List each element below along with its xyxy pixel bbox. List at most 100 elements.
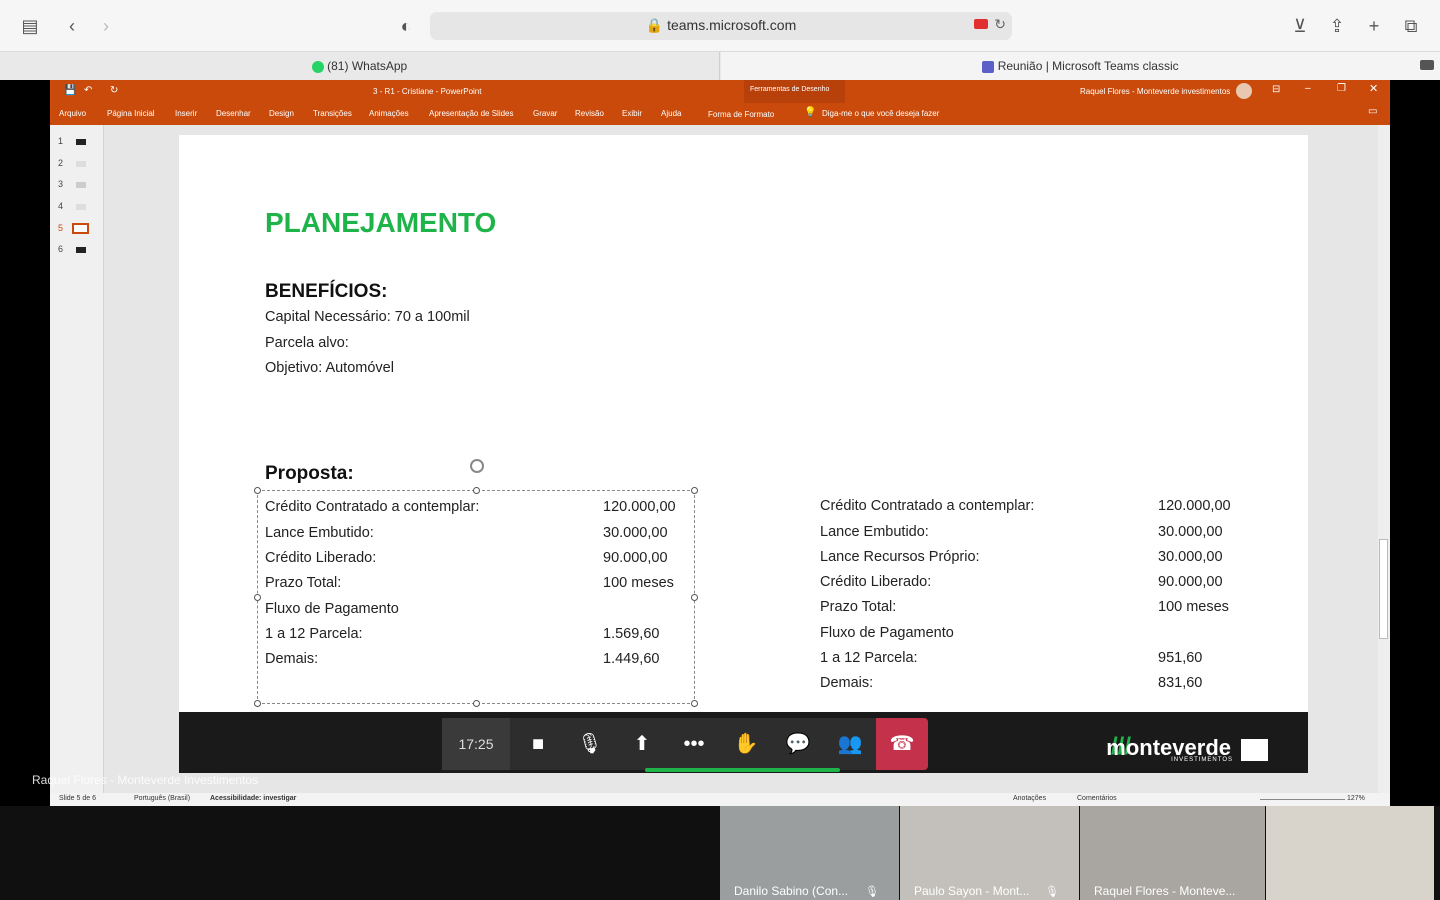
left-value: 1.449,60 xyxy=(603,651,660,667)
slide-canvas[interactable]: PLANEJAMENTO BENEFÍCIOS: Capital Necessá… xyxy=(179,135,1308,773)
resize-handle[interactable] xyxy=(254,700,261,707)
call-controls: 17:25 ■ 🎙 ⬆ ••• ✋ 💬 👥 ☎ xyxy=(442,718,928,770)
participant-video[interactable]: Paulo Sayon - Mont... 🎙 xyxy=(900,806,1079,900)
participant-video[interactable]: Raquel Flores - Monteve... xyxy=(1080,806,1265,900)
undo-icon[interactable]: ↶ xyxy=(84,85,92,96)
ribbon-options-icon[interactable]: ⊟ xyxy=(1272,84,1280,95)
slide-thumbnail-5[interactable] xyxy=(72,223,89,234)
notes-button[interactable]: Anotações xyxy=(1013,795,1046,802)
resize-handle[interactable] xyxy=(254,594,261,601)
mute-button[interactable]: 🎙 xyxy=(564,718,616,770)
people-icon: 👥 xyxy=(837,733,863,755)
right-value: 831,60 xyxy=(1158,675,1203,691)
tab-exibir[interactable]: Exibir xyxy=(622,109,642,118)
chat-button[interactable]: 💬 xyxy=(772,718,824,770)
participant-video[interactable]: Danilo Sabino (Con... 🎙 xyxy=(720,806,899,900)
tab-overview-icon[interactable]: ⧉ xyxy=(1399,14,1423,38)
right-value: 30.000,00 xyxy=(1158,549,1223,565)
camera-button[interactable]: ■ xyxy=(512,718,564,770)
tab-whatsapp[interactable]: (81) WhatsApp xyxy=(0,52,720,80)
slide-thumbnail-2[interactable] xyxy=(76,161,86,167)
tab-desenhar[interactable]: Desenhar xyxy=(216,109,251,118)
right-label: Fluxo de Pagamento xyxy=(820,625,954,641)
tab-arquivo[interactable]: Arquivo xyxy=(59,109,86,118)
left-value: 100 meses xyxy=(603,575,674,591)
left-label: 1 a 12 Parcela: xyxy=(265,626,363,642)
tab-apresentacao[interactable]: Apresentação de Slides xyxy=(429,109,514,118)
ppt-title-bar: 💾 ↶ ↻ 3 - R1 - Cristiane - PowerPoint Fe… xyxy=(50,80,1390,125)
mic-off-icon: 🎙 xyxy=(865,886,879,898)
resize-handle[interactable] xyxy=(254,487,261,494)
share-screen-button[interactable]: ⬆ xyxy=(616,718,668,770)
sidebar-icon[interactable]: ▤ xyxy=(18,14,42,38)
participant-video[interactable] xyxy=(1266,806,1434,900)
accessibility-status[interactable]: Acessibilidade: investigar xyxy=(210,795,296,802)
tab-design[interactable]: Design xyxy=(269,109,294,118)
call-timer: 17:25 xyxy=(442,718,510,770)
close-icon[interactable]: ✕ xyxy=(1369,82,1378,95)
tab-gravar[interactable]: Gravar xyxy=(533,109,557,118)
minimize-icon[interactable]: – xyxy=(1305,83,1311,94)
reload-icon[interactable]: ↻ xyxy=(994,16,1006,33)
hang-up-button[interactable]: ☎ xyxy=(876,718,928,770)
ppt-workspace: 1 2 3 4 5 6 PLANEJAMENTO BENEFÍCIOS: Cap… xyxy=(50,125,1390,793)
slide-title: PLANEJAMENTO xyxy=(265,207,497,238)
forward-icon[interactable]: › xyxy=(94,14,118,38)
download-icon[interactable]: ⊻ xyxy=(1288,14,1312,38)
shield-icon[interactable]: ◐ xyxy=(394,14,418,38)
benefit-line: Objetivo: Automóvel xyxy=(265,360,394,376)
rotate-handle-icon[interactable] xyxy=(470,459,484,473)
resize-handle[interactable] xyxy=(691,700,698,707)
slide-thumbnail-3[interactable] xyxy=(76,182,86,188)
thumb-number: 2 xyxy=(58,158,64,168)
comment-icon[interactable]: ▭ xyxy=(1368,106,1377,117)
participants-button[interactable]: 👥 xyxy=(824,718,876,770)
camera-icon xyxy=(1420,60,1434,70)
share-icon[interactable]: ⇪ xyxy=(1325,14,1349,38)
raise-hand-button[interactable]: ✋ xyxy=(720,718,772,770)
selected-textbox[interactable] xyxy=(254,487,698,707)
slide-thumbnail-1[interactable] xyxy=(76,139,86,145)
zoom-slider[interactable] xyxy=(1260,799,1345,800)
logo-subtitle: INVESTIMENTOS xyxy=(1171,757,1233,763)
tab-forma-de-formato[interactable]: Forma de Formato xyxy=(708,110,774,119)
tab-transicoes[interactable]: Transições xyxy=(313,109,352,118)
slide-thumbnail-6[interactable] xyxy=(76,247,86,253)
resize-handle[interactable] xyxy=(473,487,480,494)
left-value: 120.000,00 xyxy=(603,499,676,515)
participant-name: Danilo Sabino (Con... xyxy=(734,884,849,898)
tab-teams[interactable]: Reunião | Microsoft Teams classic xyxy=(721,52,1440,80)
redo-icon[interactable]: ↻ xyxy=(110,85,118,96)
left-label: Prazo Total: xyxy=(265,575,342,591)
tab-animacoes[interactable]: Animações xyxy=(369,109,409,118)
tab-inserir[interactable]: Inserir xyxy=(175,109,197,118)
resize-handle[interactable] xyxy=(691,594,698,601)
scrollbar-thumb[interactable] xyxy=(1379,539,1388,639)
right-value: 30.000,00 xyxy=(1158,524,1223,540)
tab-revisao[interactable]: Revisão xyxy=(575,109,604,118)
right-label: Lance Recursos Próprio: xyxy=(820,549,980,565)
sharing-indicator xyxy=(645,768,840,772)
share-screen-icon: ⬆ xyxy=(633,733,651,755)
more-options-button[interactable]: ••• xyxy=(668,718,720,770)
save-icon[interactable]: 💾 xyxy=(64,85,76,96)
user-name: Raquel Flores - Monteverde investimentos xyxy=(1080,87,1231,96)
address-bar[interactable]: 🔒 teams.microsoft.com ↻ xyxy=(430,12,1012,40)
slide-thumbnail-4[interactable] xyxy=(76,204,86,210)
left-label: Crédito Contratado a contemplar: xyxy=(265,499,480,515)
language[interactable]: Português (Brasil) xyxy=(134,795,190,802)
resize-handle[interactable] xyxy=(691,487,698,494)
resize-handle[interactable] xyxy=(473,700,480,707)
comments-button[interactable]: Comentários xyxy=(1077,795,1117,802)
proposal-heading: Proposta: xyxy=(265,463,354,484)
vertical-scrollbar[interactable] xyxy=(1378,125,1390,793)
zoom-level[interactable]: 127% xyxy=(1347,795,1365,802)
tab-ajuda[interactable]: Ajuda xyxy=(661,109,681,118)
back-icon[interactable]: ‹ xyxy=(60,14,84,38)
tab-pagina-inicial[interactable]: Página Inicial xyxy=(107,109,155,118)
thumb-number: 6 xyxy=(58,244,64,254)
avatar[interactable] xyxy=(1236,83,1252,99)
restore-icon[interactable]: ❐ xyxy=(1337,83,1346,94)
tell-me-search[interactable]: Diga-me o que você deseja fazer xyxy=(822,109,939,118)
new-tab-icon[interactable]: + xyxy=(1362,14,1386,38)
